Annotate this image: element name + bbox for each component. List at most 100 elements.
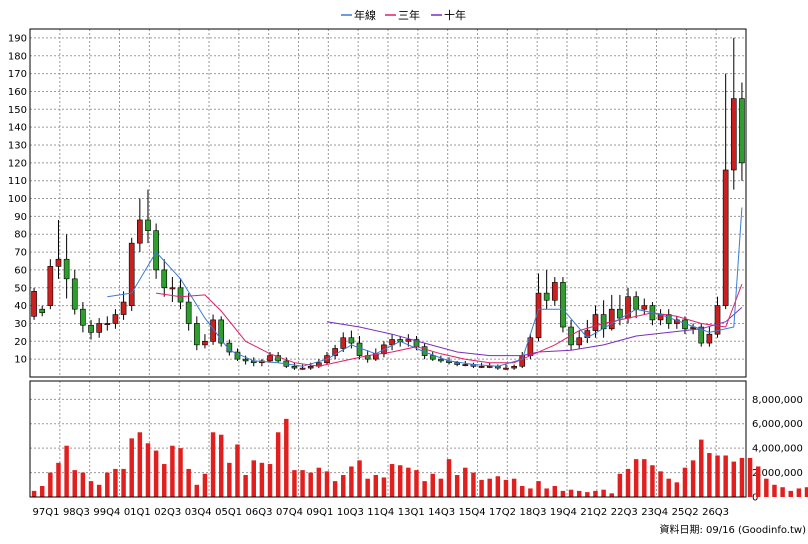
volume-bar	[406, 467, 411, 497]
volume-bar	[650, 465, 655, 497]
legend: 年線 三年 十年	[341, 8, 466, 22]
candle-body	[267, 355, 273, 362]
volume-bar	[332, 481, 338, 497]
candle-up	[47, 259, 54, 310]
candle-body	[291, 365, 298, 369]
volume-bar	[129, 438, 134, 497]
candle-body	[739, 98, 745, 164]
x-tick-label: 19Q4	[550, 507, 577, 518]
volume-bar	[560, 490, 566, 497]
candle-body	[145, 219, 151, 231]
price-tick-label: 130	[8, 141, 27, 152]
volume-bar	[780, 487, 785, 497]
price-tick-label: 150	[8, 105, 27, 116]
volume-bar	[162, 464, 167, 497]
x-tick-label: 99Q4	[93, 507, 120, 518]
volume-bar	[601, 489, 606, 497]
volume-bar	[772, 484, 777, 497]
volume-bar	[544, 488, 549, 497]
candle-body	[340, 337, 347, 349]
candle-body	[39, 308, 46, 314]
candle-down	[560, 277, 566, 333]
volume-bar	[625, 468, 631, 497]
candle-body	[486, 365, 493, 368]
volume-tick-label: 4,000,000	[752, 444, 803, 455]
candle-body	[80, 308, 86, 326]
candle-body	[55, 258, 62, 267]
candle-body	[299, 367, 306, 370]
candle-body	[202, 341, 208, 346]
price-tick-label: 90	[14, 212, 27, 223]
volume-bar	[259, 462, 265, 497]
candle-body	[348, 337, 355, 344]
candle-body	[617, 308, 623, 319]
volume-bar	[235, 444, 240, 497]
x-tick-label: 03Q4	[185, 507, 212, 518]
price-tick-label: 110	[8, 176, 27, 187]
volume-bar	[739, 457, 745, 497]
price-tick-label: 120	[8, 158, 27, 169]
x-tick-label: 11Q4	[367, 507, 394, 518]
volume-bar	[251, 460, 256, 497]
x-tick-label: 25Q2	[672, 507, 699, 518]
candle-body	[307, 365, 314, 369]
volume-bar	[145, 443, 151, 497]
volume-bar	[381, 477, 387, 497]
volume-bar	[284, 418, 289, 497]
volume-tick-label: 6,000,000	[752, 419, 803, 430]
candle-body	[503, 367, 509, 370]
candle-body	[730, 98, 737, 171]
volume-bar	[105, 472, 110, 497]
price-tick-label: 60	[14, 265, 27, 276]
volume-bar	[170, 445, 175, 497]
price-tick-label: 180	[8, 51, 27, 62]
volume-bar	[341, 475, 346, 497]
price-tick-label: 170	[8, 69, 27, 80]
chart-canvas: 年線 三年 十年 10 20 30 40 50 60 70 80 90 100 110 120 130 1…	[0, 0, 808, 540]
x-tick-label: 22Q3	[611, 507, 638, 518]
candle-body	[462, 364, 469, 367]
candle-body	[96, 323, 102, 333]
volume-bar	[80, 472, 86, 497]
volume-bar	[31, 490, 37, 497]
candle-body	[633, 296, 639, 310]
price-tick-label: 70	[14, 248, 27, 259]
volume-bar	[316, 467, 322, 497]
volume-bar	[503, 479, 509, 497]
volume-bar	[674, 482, 680, 497]
volume-bar	[365, 478, 370, 497]
candle-body	[454, 362, 460, 365]
volume-bar	[699, 439, 704, 497]
volume-bar	[788, 490, 793, 497]
volume-bar	[536, 481, 541, 497]
volume-bar	[764, 478, 769, 497]
x-tick-label: 06Q3	[246, 507, 273, 518]
price-tick-label: 80	[14, 230, 27, 241]
candle-body	[177, 287, 184, 303]
candle-body	[193, 323, 200, 346]
candle-body	[608, 308, 615, 330]
x-tick-label: 21Q2	[580, 507, 607, 518]
volume-bar	[796, 488, 802, 497]
volume-bar	[72, 470, 77, 497]
volume-bar	[471, 472, 476, 497]
volume-bar	[96, 484, 102, 497]
volume-bar	[576, 490, 582, 497]
x-tick-label: 15Q4	[459, 507, 486, 518]
candle-body	[88, 324, 94, 333]
data-date-credit: 資料日期: 09/16 (Goodinfo.tw)	[659, 523, 806, 536]
price-tick-label: 20	[14, 337, 27, 348]
volume-bar	[218, 434, 224, 497]
candle-body	[153, 230, 159, 271]
candle-body	[112, 314, 119, 324]
candle-body	[519, 355, 526, 367]
price-tick-label: 50	[14, 283, 27, 294]
price-tick-label: 40	[14, 301, 27, 312]
candle-body	[71, 278, 78, 310]
candle-down	[698, 323, 705, 347]
volume-bar	[479, 479, 484, 497]
legend-label-3-year: 三年	[398, 8, 420, 22]
volume-bar	[300, 470, 305, 497]
candle-body	[511, 365, 517, 369]
volume-bar	[487, 478, 492, 497]
